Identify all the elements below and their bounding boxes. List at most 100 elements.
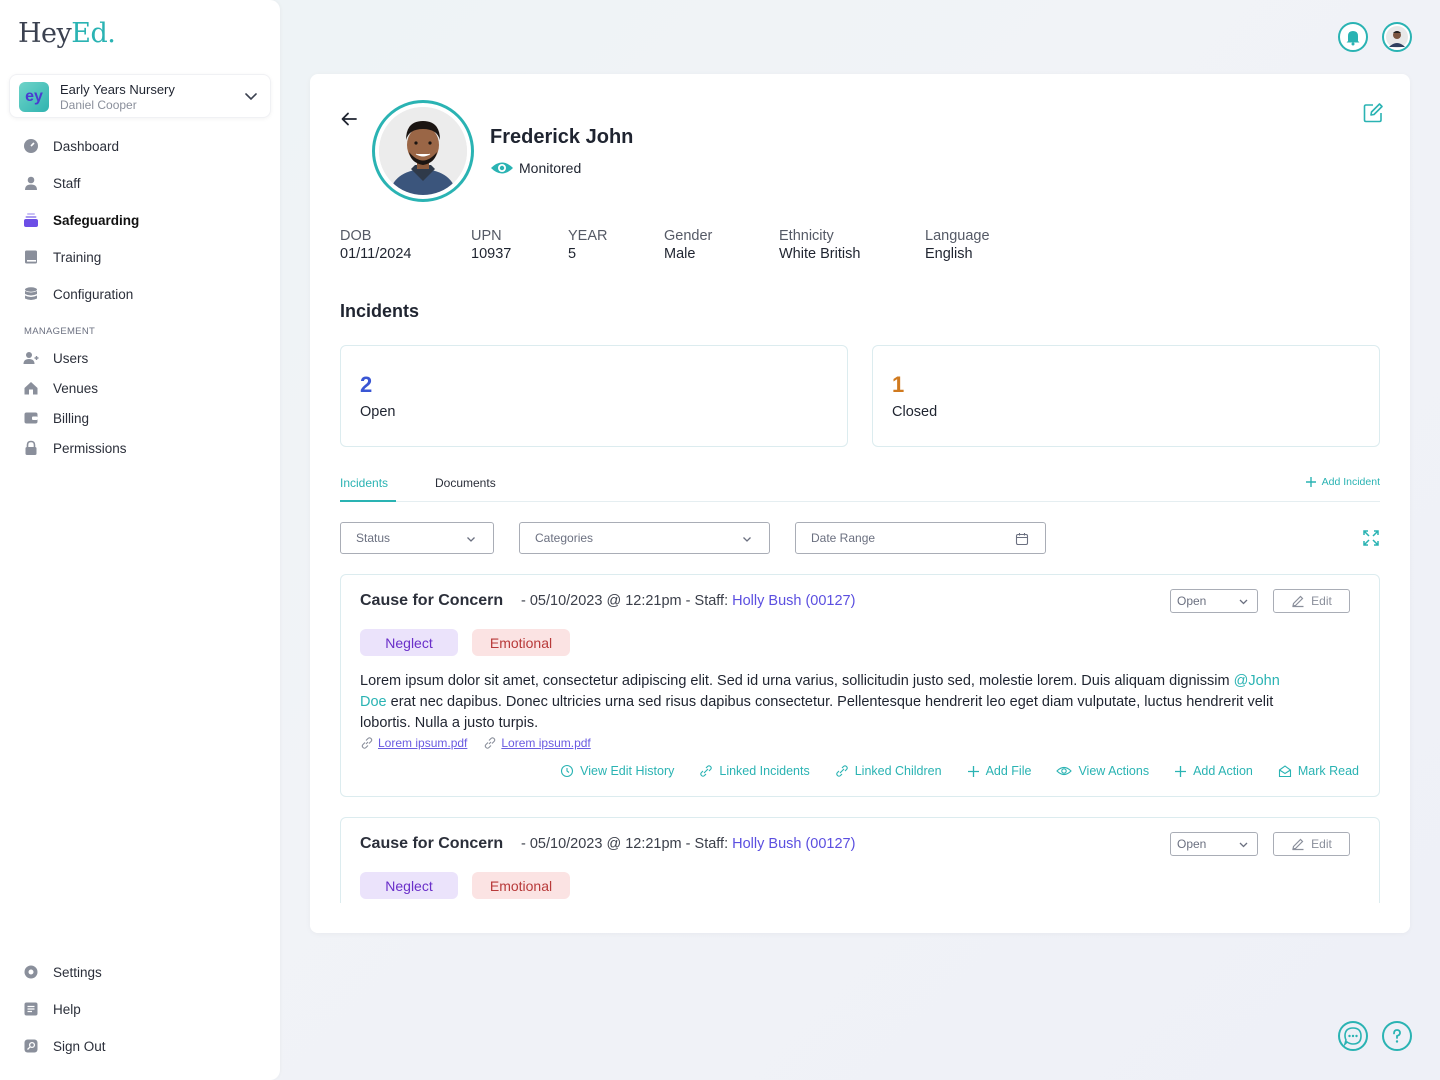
attachment-name: Lorem ipsum.pdf — [378, 736, 468, 750]
sidebar-item-label: Staff — [53, 175, 81, 191]
tab-incidents[interactable]: Incidents — [340, 476, 396, 502]
profile-name: Frederick John — [490, 126, 634, 148]
chevron-down-icon — [467, 537, 475, 542]
notifications-button[interactable] — [1338, 22, 1368, 52]
date-range-filter[interactable]: Date Range — [795, 522, 1046, 554]
dashboard-icon — [22, 137, 40, 155]
incident-edit-button[interactable]: Edit — [1273, 832, 1350, 856]
database-icon — [22, 285, 40, 303]
sidebar-item-label: Settings — [53, 964, 102, 980]
staff-link[interactable]: Holly Bush (00127) — [732, 593, 855, 609]
user-avatar-button[interactable] — [1382, 22, 1412, 52]
app-logo[interactable]: HeyEd. — [18, 18, 116, 49]
sidebar-item-billing[interactable]: Billing — [22, 406, 89, 430]
staff-link[interactable]: Holly Bush (00127) — [732, 836, 855, 852]
sidebar-item-configuration[interactable]: Configuration — [22, 282, 133, 306]
logo-main: Hey — [18, 18, 72, 49]
chat-button[interactable] — [1338, 1021, 1368, 1051]
calendar-icon — [1015, 533, 1029, 546]
info-value: 5 — [568, 246, 577, 262]
incident-status-value: Open — [1177, 837, 1207, 851]
tab-documents[interactable]: Documents — [435, 476, 496, 502]
sidebar-item-training[interactable]: Training — [22, 245, 101, 269]
action-label: View Edit History — [580, 764, 675, 778]
edit-profile-icon[interactable] — [1362, 102, 1384, 124]
pencil-icon — [1292, 595, 1304, 608]
back-arrow-icon[interactable] — [338, 108, 360, 130]
status-filter-label: Status — [356, 531, 391, 545]
expand-icon[interactable] — [1362, 529, 1380, 547]
add-incident-button[interactable]: Add Incident — [1305, 476, 1380, 488]
linked-incidents-button[interactable]: Linked Incidents — [699, 764, 810, 778]
info-label: UPN — [471, 228, 502, 244]
info-label: Gender — [664, 228, 713, 244]
view-edit-history-button[interactable]: View Edit History — [560, 764, 674, 778]
add-file-button[interactable]: Add File — [967, 764, 1031, 778]
action-label: Linked Incidents — [719, 764, 810, 778]
sidebar-item-users[interactable]: Users — [22, 346, 88, 370]
attachment-link[interactable]: Lorem ipsum.pdf — [360, 736, 467, 750]
org-badge: ey — [19, 82, 49, 112]
open-incidents-card[interactable]: 2 Open — [340, 345, 848, 447]
sidebar-item-label: Sign Out — [53, 1038, 106, 1054]
sidebar-item-dashboard[interactable]: Dashboard — [22, 134, 119, 158]
info-label: YEAR — [568, 228, 608, 244]
info-label: DOB — [340, 228, 372, 244]
info-value: 01/11/2024 — [340, 246, 412, 262]
sidebar-item-help[interactable]: Help — [22, 997, 81, 1021]
org-switcher[interactable]: ey Early Years Nursery Daniel Cooper — [9, 74, 271, 118]
open-count: 2 — [360, 372, 373, 397]
bell-icon — [1346, 31, 1360, 46]
sidebar-item-permissions[interactable]: Permissions — [22, 436, 127, 460]
sidebar-item-safeguarding[interactable]: Safeguarding — [22, 208, 139, 232]
info-language: Language English — [925, 228, 990, 262]
attachment-link[interactable]: Lorem ipsum.pdf — [483, 736, 591, 750]
avatar-icon — [1386, 26, 1408, 48]
history-icon — [561, 764, 574, 778]
categories-filter[interactable]: Categories — [519, 522, 770, 554]
incident-status-select[interactable]: Open — [1170, 589, 1258, 613]
link-icon — [485, 737, 496, 749]
tag-emotional: Emotional — [472, 629, 570, 656]
org-name: Early Years Nursery — [60, 82, 175, 97]
plus-icon — [1305, 477, 1316, 487]
question-icon — [1393, 1029, 1401, 1043]
sidebar-item-sign-out[interactable]: Sign Out — [22, 1034, 106, 1058]
sidebar-item-staff[interactable]: Staff — [22, 171, 81, 195]
action-label: Linked Children — [854, 764, 942, 778]
incident-meta: - 05/10/2023 @ 12:21pm - Staff: Holly Bu… — [521, 593, 855, 609]
add-incident-label: Add Incident — [1321, 476, 1380, 488]
add-action-button[interactable]: Add Action — [1174, 764, 1253, 778]
eye-icon — [1056, 766, 1073, 776]
link-icon — [361, 737, 373, 749]
view-actions-button[interactable]: View Actions — [1056, 764, 1149, 778]
sidebar-item-settings[interactable]: Settings — [22, 960, 102, 984]
action-label: Add Action — [1193, 764, 1253, 778]
closed-label: Closed — [892, 404, 938, 420]
link-icon — [835, 765, 848, 777]
incident-edit-button[interactable]: Edit — [1273, 589, 1350, 613]
eye-icon — [491, 162, 513, 174]
chevron-down-icon — [1239, 599, 1248, 605]
info-value: White British — [779, 246, 861, 262]
mark-read-button[interactable]: Mark Read — [1278, 764, 1359, 778]
incident-description: Lorem ipsum dolor sit amet, consectetur … — [360, 671, 1300, 734]
edit-label: Edit — [1311, 594, 1332, 608]
sidebar-item-label: Dashboard — [53, 138, 120, 154]
help-button[interactable] — [1382, 1021, 1412, 1051]
profile-avatar — [372, 100, 474, 202]
sidebar-item-venues[interactable]: Venues — [22, 376, 98, 400]
linked-children-button[interactable]: Linked Children — [835, 764, 942, 778]
profile-status: Monitored — [490, 159, 581, 177]
status-filter[interactable]: Status — [340, 522, 494, 554]
incidents-heading: Incidents — [340, 301, 420, 321]
incident-status-select[interactable]: Open — [1170, 832, 1258, 856]
info-label: Language — [925, 228, 990, 244]
info-label: Ethnicity — [779, 228, 834, 244]
incident-card: Cause for Concern - 05/10/2023 @ 12:21pm… — [340, 574, 1380, 797]
plus-icon — [1175, 765, 1187, 777]
sidebar-item-label: Users — [53, 350, 89, 366]
chevron-down-icon — [245, 93, 257, 101]
edit-label: Edit — [1311, 837, 1332, 851]
closed-incidents-card[interactable]: 1 Closed — [872, 345, 1380, 447]
